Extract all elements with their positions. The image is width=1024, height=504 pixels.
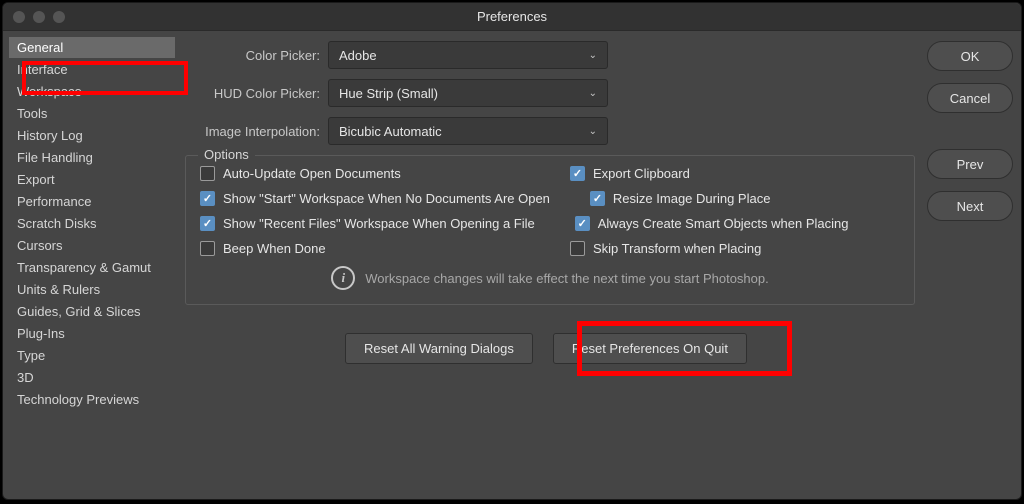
sidebar-item-plug-ins[interactable]: Plug-Ins: [9, 323, 175, 344]
chevron-down-icon: ⌄: [589, 88, 597, 99]
action-row: Reset All Warning Dialogs Reset Preferen…: [177, 333, 915, 364]
center-panel: Color Picker: Adobe ⌄ HUD Color Picker: …: [177, 41, 915, 489]
ok-button[interactable]: OK: [927, 41, 1013, 71]
label-color-picker: Color Picker:: [177, 48, 328, 63]
check-show-recent-files-workspace[interactable]: Show "Recent Files" Workspace When Openi…: [200, 216, 535, 231]
sidebar-item-cursors[interactable]: Cursors: [9, 235, 175, 256]
sidebar-item-transparency-gamut[interactable]: Transparency & Gamut: [9, 257, 175, 278]
sidebar-item-tools[interactable]: Tools: [9, 103, 175, 124]
check-label: Resize Image During Place: [613, 191, 771, 206]
titlebar: Preferences: [3, 3, 1021, 31]
label-image-interpolation: Image Interpolation:: [177, 124, 328, 139]
window-title: Preferences: [3, 9, 1021, 24]
check-show-start-workspace[interactable]: Show "Start" Workspace When No Documents…: [200, 191, 550, 206]
check-resize-image-during-place[interactable]: Resize Image During Place: [590, 191, 900, 206]
check-label: Export Clipboard: [593, 166, 690, 181]
sidebar-item-technology-previews[interactable]: Technology Previews: [9, 389, 175, 410]
check-skip-transform-when-placing[interactable]: Skip Transform when Placing: [570, 241, 900, 256]
info-icon: i: [331, 266, 355, 290]
select-image-interpolation[interactable]: Bicubic Automatic ⌄: [328, 117, 608, 145]
row-color-picker: Color Picker: Adobe ⌄: [177, 41, 915, 69]
sidebar-item-scratch-disks[interactable]: Scratch Disks: [9, 213, 175, 234]
check-label: Auto-Update Open Documents: [223, 166, 401, 181]
row-hud-color-picker: HUD Color Picker: Hue Strip (Small) ⌄: [177, 79, 915, 107]
check-auto-update-open-documents[interactable]: Auto-Update Open Documents: [200, 166, 530, 181]
chevron-down-icon: ⌄: [589, 50, 597, 61]
reset-all-warning-dialogs-button[interactable]: Reset All Warning Dialogs: [345, 333, 533, 364]
options-group: Options Auto-Update Open Documents Expor…: [185, 155, 915, 305]
check-beep-when-done[interactable]: Beep When Done: [200, 241, 530, 256]
sidebar-item-file-handling[interactable]: File Handling: [9, 147, 175, 168]
select-image-interpolation-value: Bicubic Automatic: [339, 124, 442, 139]
sidebar-item-export[interactable]: Export: [9, 169, 175, 190]
sidebar-item-history-log[interactable]: History Log: [9, 125, 175, 146]
info-text: Workspace changes will take effect the n…: [365, 271, 768, 286]
label-hud-color-picker: HUD Color Picker:: [177, 86, 328, 101]
sidebar-item-units-rulers[interactable]: Units & Rulers: [9, 279, 175, 300]
row-image-interpolation: Image Interpolation: Bicubic Automatic ⌄: [177, 117, 915, 145]
sidebar-item-type[interactable]: Type: [9, 345, 175, 366]
check-label: Always Create Smart Objects when Placing: [598, 216, 849, 231]
content-area: Color Picker: Adobe ⌄ HUD Color Picker: …: [175, 31, 1021, 499]
sidebar-item-performance[interactable]: Performance: [9, 191, 175, 212]
category-sidebar: General Interface Workspace Tools Histor…: [3, 31, 175, 499]
select-color-picker-value: Adobe: [339, 48, 377, 63]
check-label: Show "Recent Files" Workspace When Openi…: [223, 216, 535, 231]
right-button-column: OK Cancel Prev Next: [927, 41, 1013, 489]
next-button[interactable]: Next: [927, 191, 1013, 221]
select-hud-color-picker-value: Hue Strip (Small): [339, 86, 438, 101]
check-always-create-smart-objects[interactable]: Always Create Smart Objects when Placing: [575, 216, 900, 231]
window-body: General Interface Workspace Tools Histor…: [3, 31, 1021, 499]
info-row: i Workspace changes will take effect the…: [200, 266, 900, 290]
prev-button[interactable]: Prev: [927, 149, 1013, 179]
preferences-window: Preferences General Interface Workspace …: [2, 2, 1022, 500]
sidebar-item-guides-grid-slices[interactable]: Guides, Grid & Slices: [9, 301, 175, 322]
sidebar-item-interface[interactable]: Interface: [9, 59, 175, 80]
sidebar-item-workspace[interactable]: Workspace: [9, 81, 175, 102]
sidebar-item-3d[interactable]: 3D: [9, 367, 175, 388]
check-label: Show "Start" Workspace When No Documents…: [223, 191, 550, 206]
sidebar-item-general[interactable]: General: [9, 37, 175, 58]
select-color-picker[interactable]: Adobe ⌄: [328, 41, 608, 69]
reset-preferences-on-quit-button[interactable]: Reset Preferences On Quit: [553, 333, 747, 364]
chevron-down-icon: ⌄: [589, 126, 597, 137]
select-hud-color-picker[interactable]: Hue Strip (Small) ⌄: [328, 79, 608, 107]
check-label: Beep When Done: [223, 241, 326, 256]
options-group-title: Options: [198, 147, 255, 162]
check-label: Skip Transform when Placing: [593, 241, 761, 256]
check-export-clipboard[interactable]: Export Clipboard: [570, 166, 900, 181]
cancel-button[interactable]: Cancel: [927, 83, 1013, 113]
